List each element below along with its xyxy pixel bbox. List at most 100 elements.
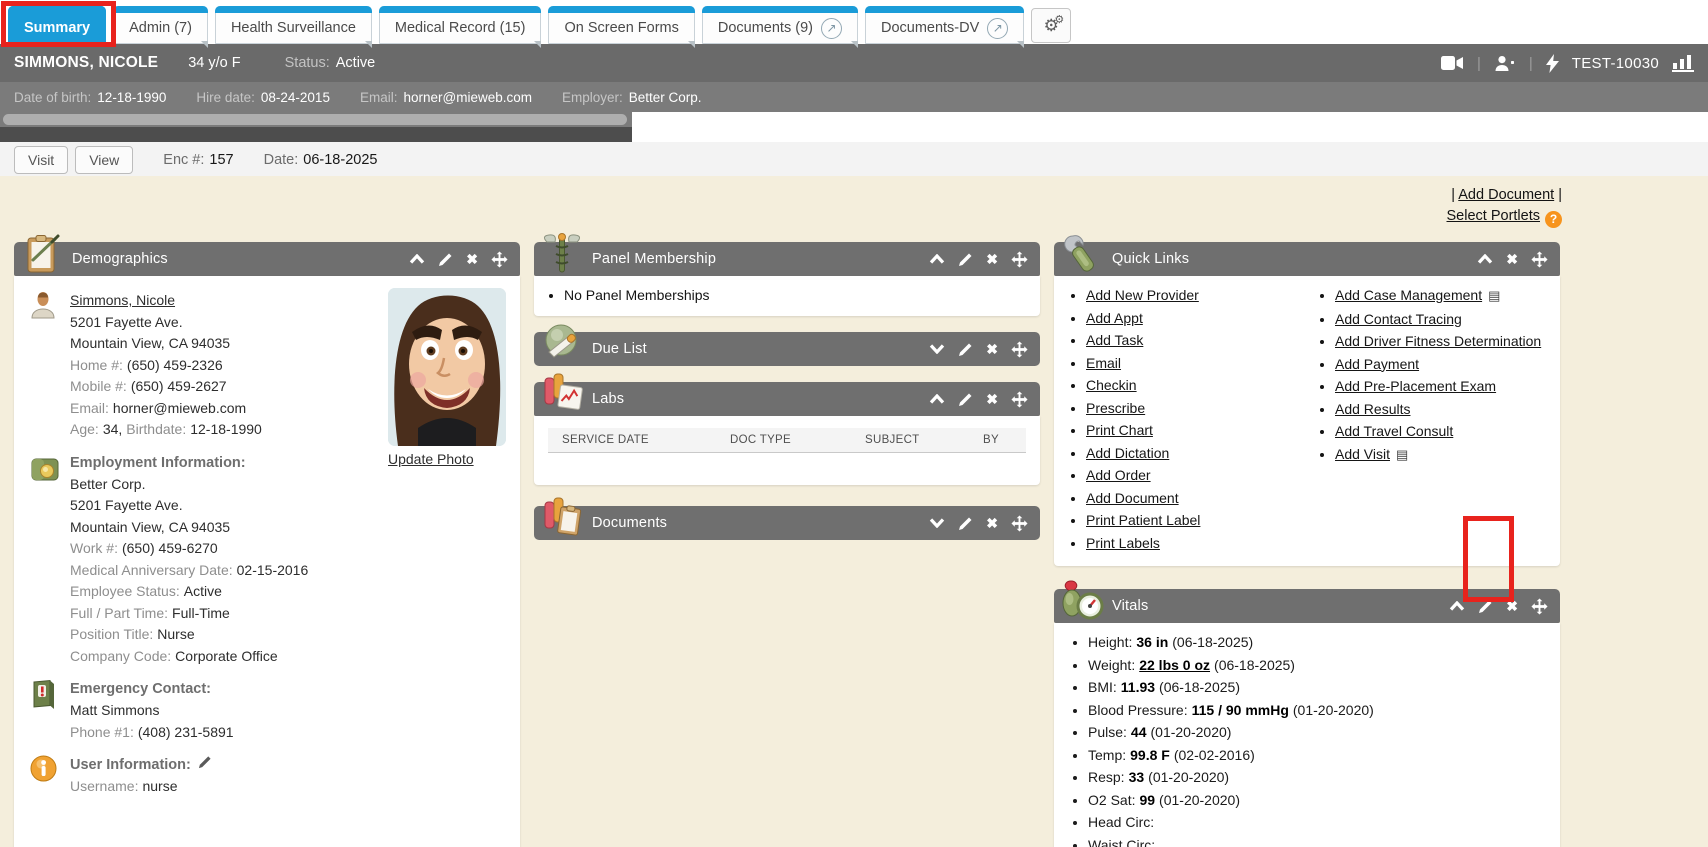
flowsheet-chart-icon[interactable] xyxy=(1672,54,1694,72)
demographics-header[interactable]: Demographics ✖ xyxy=(14,242,520,276)
column-left: Demographics ✖ xyxy=(14,242,520,847)
quick-link[interactable]: Print Patient Label xyxy=(1086,512,1200,528)
select-portlets-link[interactable]: Select Portlets xyxy=(1447,208,1541,224)
popout-icon[interactable]: ↗ xyxy=(987,18,1008,39)
tab-summary[interactable]: Summary xyxy=(8,6,106,44)
close-icon[interactable]: ✖ xyxy=(986,341,998,358)
tab-documents[interactable]: Documents (9)↗ xyxy=(702,6,858,44)
expand-icon[interactable] xyxy=(929,344,945,354)
quick-links-header[interactable]: Quick Links ✖ xyxy=(1054,242,1560,276)
quick-link[interactable]: Add New Provider xyxy=(1086,287,1199,303)
quick-link[interactable]: Add Document xyxy=(1086,490,1179,506)
close-icon[interactable]: ✖ xyxy=(1506,598,1518,615)
banner-scrollbar-thumb[interactable] xyxy=(3,114,627,125)
quick-link-item: Print Chart xyxy=(1086,419,1307,442)
labs-col-by[interactable]: BY xyxy=(983,434,1026,446)
labs-col-subject[interactable]: SUBJECT xyxy=(865,434,983,446)
help-icon[interactable]: ? xyxy=(1545,211,1562,228)
tab-health-surveillance-label: Health Surveillance xyxy=(231,20,356,36)
edit-icon[interactable] xyxy=(438,252,453,267)
move-icon[interactable] xyxy=(1011,515,1028,532)
panel-membership-header[interactable]: Panel Membership ✖ xyxy=(534,242,1040,276)
briefcase-icon xyxy=(24,452,70,668)
quick-link[interactable]: Add Task xyxy=(1086,332,1143,348)
view-button[interactable]: View xyxy=(75,146,133,174)
tab-health-surveillance[interactable]: Health Surveillance xyxy=(215,6,372,44)
quick-link[interactable]: Email xyxy=(1086,355,1121,371)
patient-id: TEST-10030 xyxy=(1572,55,1659,72)
collapse-icon[interactable] xyxy=(1449,601,1465,611)
quick-link[interactable]: Print Labels xyxy=(1086,535,1160,551)
quick-link[interactable]: Add Case Management xyxy=(1335,287,1482,303)
popout-icon[interactable]: ↗ xyxy=(821,18,842,39)
quick-link[interactable]: Add Pre-Placement Exam xyxy=(1335,378,1496,394)
vital-item: Pulse:44(01-20-2020) xyxy=(1088,721,1554,744)
quick-link[interactable]: Add Travel Consult xyxy=(1335,423,1453,439)
tab-bar: Summary Admin (7) Health Surveillance Me… xyxy=(0,0,1708,44)
quick-link[interactable]: Add Payment xyxy=(1335,356,1419,372)
quick-link-item: Add New Provider xyxy=(1086,284,1307,307)
list-icon[interactable]: ▤ xyxy=(1488,285,1500,308)
move-icon[interactable] xyxy=(1011,341,1028,358)
edit-icon[interactable] xyxy=(958,516,973,531)
video-camera-icon[interactable] xyxy=(1441,55,1464,71)
quick-link[interactable]: Add Contact Tracing xyxy=(1335,311,1462,327)
vitals-header[interactable]: Vitals ✖ xyxy=(1054,589,1560,623)
due-list-header[interactable]: Due List ✖ xyxy=(534,332,1040,366)
collapse-icon[interactable] xyxy=(929,394,945,404)
tab-medical-record[interactable]: Medical Record (15) xyxy=(379,6,542,44)
quick-link[interactable]: Add Visit xyxy=(1335,446,1390,462)
tab-on-screen-forms[interactable]: On Screen Forms xyxy=(548,6,694,44)
labs-header[interactable]: Labs ✖ xyxy=(534,382,1040,416)
collapse-icon[interactable] xyxy=(409,254,425,264)
add-person-icon[interactable] xyxy=(1494,55,1516,72)
move-icon[interactable] xyxy=(491,251,508,268)
quick-link[interactable]: Add Order xyxy=(1086,467,1151,483)
patient-name-link[interactable]: Simmons, Nicole xyxy=(70,292,175,308)
quick-link[interactable]: Checkin xyxy=(1086,377,1137,393)
close-icon[interactable]: ✖ xyxy=(466,251,478,268)
move-icon[interactable] xyxy=(1011,251,1028,268)
close-icon[interactable]: ✖ xyxy=(986,391,998,408)
edit-icon[interactable] xyxy=(1478,599,1493,614)
vital-value-link[interactable]: 22 lbs 0 oz xyxy=(1139,657,1210,673)
portlet-title: Documents xyxy=(592,515,667,531)
quick-link[interactable]: Add Dictation xyxy=(1086,445,1169,461)
encounter-toolbar: Visit View Enc #:157 Date:06-18-2025 xyxy=(0,142,1708,179)
tab-settings-button[interactable]: ⚙ ⚙ xyxy=(1031,8,1071,43)
employer-field: Employer:Better Corp. xyxy=(562,90,702,105)
user-info-line: Username:nurse xyxy=(70,776,508,798)
quick-link-item: Add Contact Tracing xyxy=(1335,308,1556,331)
lightning-bolt-icon[interactable] xyxy=(1546,54,1559,73)
move-icon[interactable] xyxy=(1531,598,1548,615)
quick-link-item: Checkin xyxy=(1086,374,1307,397)
quick-link[interactable]: Add Results xyxy=(1335,401,1410,417)
collapse-icon[interactable] xyxy=(929,254,945,264)
labs-col-service-date[interactable]: SERVICE DATE xyxy=(562,434,730,446)
close-icon[interactable]: ✖ xyxy=(986,515,998,532)
documents-header[interactable]: Documents ✖ xyxy=(534,506,1040,540)
add-document-link[interactable]: Add Document xyxy=(1458,187,1554,203)
edit-icon[interactable] xyxy=(958,342,973,357)
quick-link[interactable]: Add Appt xyxy=(1086,310,1143,326)
labs-empty-row xyxy=(548,453,1026,469)
close-icon[interactable]: ✖ xyxy=(1506,251,1518,268)
edit-user-info-icon[interactable] xyxy=(198,757,212,773)
move-icon[interactable] xyxy=(1011,391,1028,408)
update-photo-link[interactable]: Update Photo xyxy=(388,451,474,467)
expand-icon[interactable] xyxy=(929,518,945,528)
edit-icon[interactable] xyxy=(958,252,973,267)
tab-admin[interactable]: Admin (7) xyxy=(113,6,208,44)
quick-link[interactable]: Prescribe xyxy=(1086,400,1145,416)
list-icon[interactable]: ▤ xyxy=(1396,444,1408,467)
visit-button[interactable]: Visit xyxy=(14,146,68,174)
move-icon[interactable] xyxy=(1531,251,1548,268)
quick-link[interactable]: Add Driver Fitness Determination xyxy=(1335,333,1541,349)
quick-link[interactable]: Print Chart xyxy=(1086,422,1153,438)
close-icon[interactable]: ✖ xyxy=(986,251,998,268)
employment-line: Medical Anniversary Date:02-15-2016 xyxy=(70,560,508,582)
labs-col-doc-type[interactable]: DOC TYPE xyxy=(730,434,865,446)
collapse-icon[interactable] xyxy=(1477,254,1493,264)
edit-icon[interactable] xyxy=(958,392,973,407)
tab-documents-dv[interactable]: Documents-DV↗ xyxy=(865,6,1024,44)
